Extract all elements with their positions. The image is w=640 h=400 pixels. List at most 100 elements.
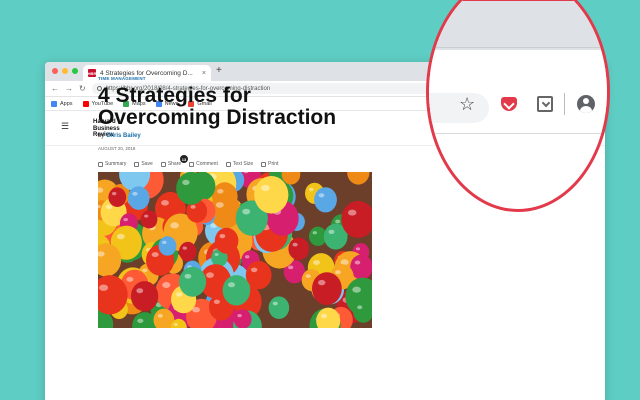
window-controls: [52, 68, 78, 74]
comment-button[interactable]: Comment: [189, 161, 218, 167]
text-size-button[interactable]: Text Size: [225, 161, 253, 167]
save-to-tray-icon[interactable]: [537, 96, 553, 112]
balloon-highlight: [112, 192, 117, 196]
balloon-highlight: [305, 274, 311, 278]
balloon-highlight: [261, 184, 270, 192]
balloon: [158, 236, 177, 256]
balloon: [254, 176, 289, 214]
balloon-highlight: [182, 179, 190, 186]
minimize-window-button[interactable]: [62, 68, 68, 74]
balloon-highlight: [354, 260, 361, 265]
balloon-highlight: [176, 292, 183, 297]
balloon: [127, 186, 150, 210]
balloon-highlight: [137, 318, 144, 323]
balloon-highlight: [151, 252, 159, 258]
balloon-highlight: [219, 234, 226, 239]
balloon-highlight: [136, 288, 144, 294]
forward-icon[interactable]: →: [65, 84, 73, 93]
balloon-highlight: [162, 282, 171, 288]
balloon: [214, 227, 239, 254]
youtube-icon: [82, 100, 89, 107]
close-window-button[interactable]: [52, 68, 58, 74]
balloon-highlight: [99, 284, 109, 291]
balloon: [288, 237, 309, 261]
balloon-highlight: [132, 191, 138, 196]
balloon-highlight: [215, 202, 224, 208]
balloon-highlight: [217, 189, 224, 194]
hbr-favicon-icon: HBR: [87, 69, 97, 77]
balloon-highlight: [242, 208, 251, 215]
account-icon[interactable]: [577, 95, 595, 113]
balloon-highlight: [206, 272, 214, 278]
bookmark-apps[interactable]: Apps: [51, 100, 73, 107]
balloon-highlight: [318, 279, 326, 286]
balloon-highlight: [173, 323, 178, 326]
balloon-highlight: [162, 240, 167, 244]
balloon-highlight: [170, 222, 179, 229]
balloon: [233, 309, 252, 328]
balloon-highlight: [321, 313, 327, 319]
balloon-highlight: [105, 204, 113, 210]
print-icon: [261, 161, 267, 167]
balloon-highlight: [318, 193, 325, 198]
balloon-highlight: [313, 260, 320, 265]
balloon-highlight: [357, 305, 363, 310]
balloon-highlight: [126, 276, 134, 282]
balloon-highlight: [288, 265, 294, 270]
balloon-highlight: [116, 233, 125, 240]
maximize-window-button[interactable]: [72, 68, 78, 74]
magnifier-zoom: ☆: [426, 0, 610, 212]
balloon-highlight: [213, 299, 220, 304]
save-icon: [134, 161, 140, 167]
balloon-highlight: [335, 270, 341, 275]
balloon: [179, 241, 197, 262]
comment-icon: [189, 161, 195, 167]
balloon: [176, 172, 206, 205]
balloon: [222, 275, 251, 306]
balloon-highlight: [228, 282, 235, 288]
author-link[interactable]: Chris Bailey: [106, 133, 141, 139]
share-icon: [160, 161, 166, 167]
balloon: [179, 266, 207, 297]
balloon: [268, 296, 290, 319]
zoom-active-tab: [449, 0, 607, 1]
summary-icon: [98, 161, 103, 167]
balloon-highlight: [272, 301, 278, 306]
tab-close-icon[interactable]: ×: [202, 70, 206, 77]
balloon-highlight: [308, 187, 314, 192]
publish-date: AUGUST 20, 2018: [98, 146, 136, 151]
balloon-highlight: [352, 286, 361, 293]
reload-icon[interactable]: ↻: [79, 84, 86, 93]
balloon: [108, 187, 127, 207]
article-hero-image: [98, 172, 372, 328]
balloon: [140, 210, 158, 229]
balloon: [245, 260, 272, 290]
balloon: [130, 281, 159, 312]
print-button[interactable]: Print: [261, 161, 278, 167]
balloon-highlight: [184, 273, 192, 279]
zoom-tab-strip: [429, 0, 607, 50]
summary-button[interactable]: Summary: [98, 161, 126, 167]
balloon: [314, 187, 337, 213]
balloon-highlight: [355, 247, 361, 251]
toolbar-separator: [564, 93, 565, 115]
menu-icon[interactable]: ☰: [61, 121, 69, 132]
article-headline: 4 Strategies for Overcoming Distraction: [98, 84, 337, 129]
balloon-highlight: [292, 242, 298, 247]
balloon: [312, 272, 342, 305]
article-topic-link[interactable]: TIME MANAGEMENT: [98, 76, 146, 81]
comment-count-badge: 13: [180, 155, 188, 163]
balloon-highlight: [312, 231, 317, 235]
bookmark-star-icon[interactable]: ☆: [459, 94, 475, 115]
back-icon[interactable]: ←: [51, 84, 59, 93]
save-button[interactable]: Save: [134, 161, 153, 167]
balloon-highlight: [144, 214, 149, 218]
balloon-highlight: [214, 253, 219, 256]
balloon-highlight: [244, 255, 250, 259]
apps-icon: [51, 100, 57, 107]
balloon-highlight: [157, 313, 163, 318]
share-button[interactable]: Share: [160, 161, 181, 167]
zoom-circle: ☆: [426, 0, 610, 212]
balloon-highlight: [237, 314, 242, 318]
new-tab-button[interactable]: +: [216, 65, 222, 76]
